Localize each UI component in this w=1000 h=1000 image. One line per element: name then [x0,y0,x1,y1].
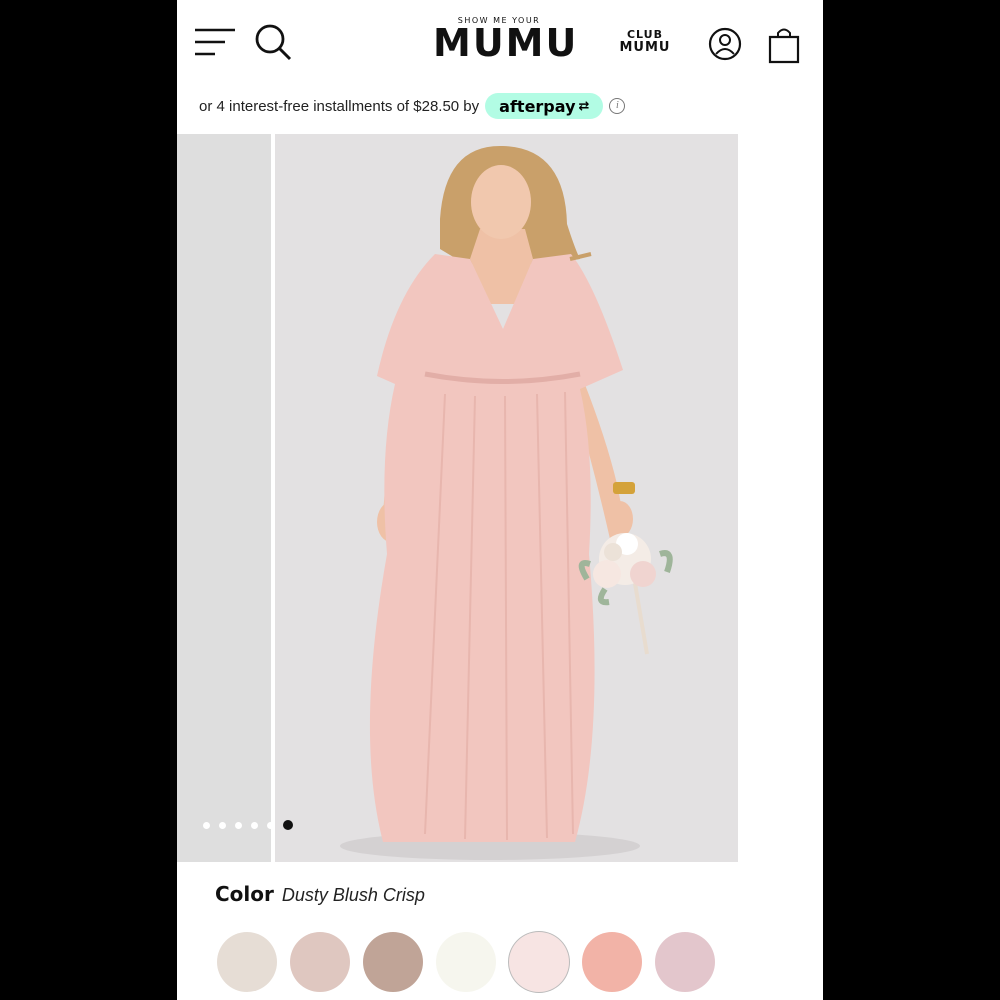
color-swatch[interactable] [582,932,642,992]
installments-text: or 4 interest-free installments of $28.5… [199,97,480,115]
slide-dots [203,820,293,830]
site-header: SHOW ME YOUR MUMU CLUB MUMU [177,0,823,80]
color-swatch[interactable] [655,932,715,992]
afterpay-label: afterpay [499,96,576,116]
logo-wordmark: MUMU [433,21,579,65]
afterpay-arrows-icon: ⇄ [578,98,590,114]
club-mumu-link[interactable]: CLUB MUMU [617,29,673,55]
color-swatch[interactable] [290,932,350,992]
color-swatch[interactable] [363,932,423,992]
slide-dot[interactable] [235,821,242,829]
color-swatch[interactable] [217,932,277,992]
product-page: SHOW ME YOUR MUMU CLUB MUMU or 4 interes… [177,0,823,1000]
selected-color-name: Dusty Blush Crisp [281,885,425,905]
color-selector-heading: Color Dusty Blush Crisp [215,882,425,906]
shopping-bag-icon[interactable] [768,26,800,64]
previous-slide-peek[interactable] [177,134,271,862]
afterpay-badge[interactable]: afterpay ⇄ [485,93,604,119]
afterpay-installments: or 4 interest-free installments of $28.5… [199,92,626,120]
color-swatches [217,932,715,992]
color-swatch-selected[interactable] [509,932,569,992]
color-label: Color [215,882,274,906]
slide-dot[interactable] [251,821,258,829]
color-swatch[interactable] [436,932,496,992]
club-label-bottom: MUMU [619,40,671,55]
slide-dot[interactable] [203,821,210,829]
info-icon[interactable]: i [609,98,626,114]
slide-dot[interactable] [219,821,226,829]
slide-dot[interactable] [267,821,274,829]
slide-dot-active[interactable] [283,820,293,830]
search-icon[interactable] [253,22,293,62]
model-illustration [340,145,673,860]
brand-logo[interactable]: SHOW ME YOUR MUMU [433,16,579,65]
product-gallery[interactable] [177,134,823,862]
product-photo[interactable] [275,134,738,862]
account-icon[interactable] [708,27,742,61]
menu-icon[interactable] [195,26,237,58]
